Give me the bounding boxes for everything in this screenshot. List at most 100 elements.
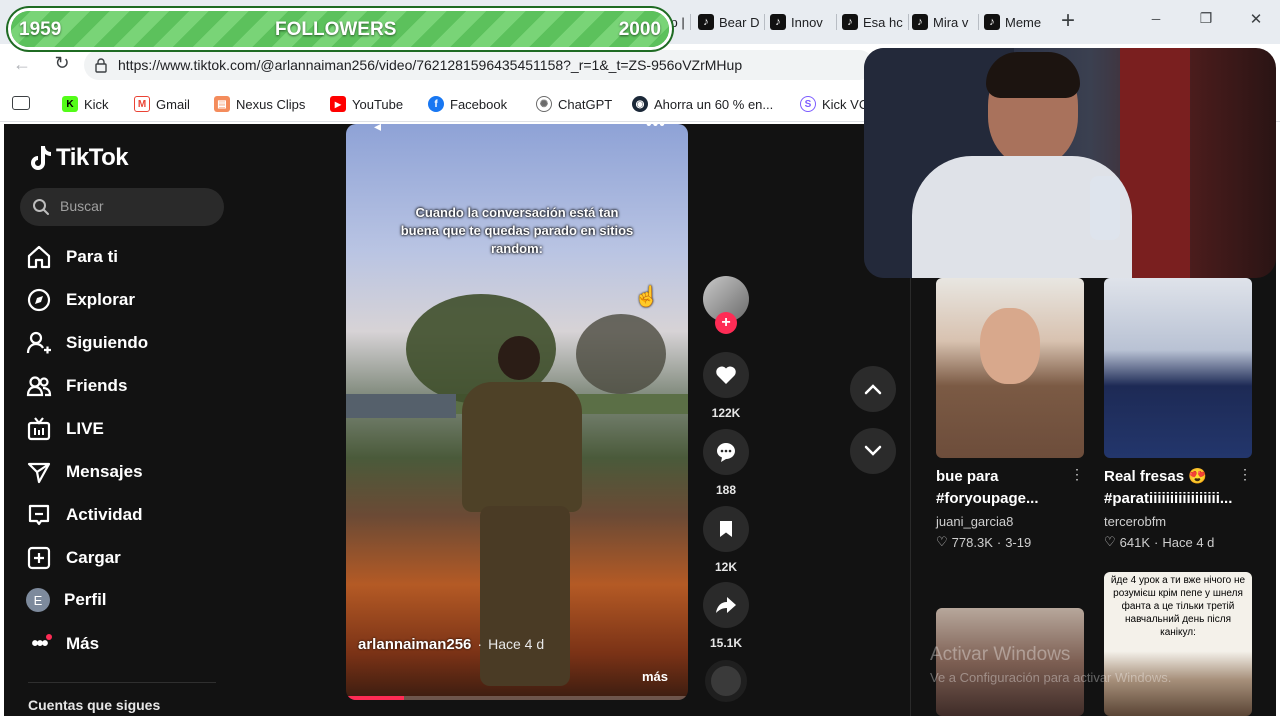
heart-outline-icon: ♡ [1104,534,1116,549]
windows-activation-subtitle: Ve a Configuración para activar Windows. [930,670,1172,685]
next-video-button[interactable] [850,428,896,474]
card-author[interactable]: juani_garcia8 [936,514,1013,529]
previous-video-button[interactable] [850,366,896,412]
following-heading: Cuentas que sigues [28,697,161,713]
reload-icon[interactable]: ↻ [50,53,74,77]
close-window-button[interactable]: ✕ [1246,10,1266,30]
comment-button[interactable] [703,429,749,475]
nav-item-actividad[interactable]: Actividad [26,502,143,528]
nexus-clips-icon: ▤ [214,96,230,112]
bookmark-nexus-clips[interactable]: ▤ Nexus Clips [214,95,305,113]
nav-item-cargar[interactable]: Cargar [26,545,121,571]
card-title[interactable]: bue para #foryoupage... [936,466,1084,510]
card-meta: ♡ 641K · Hace 4 d [1104,534,1214,550]
author-avatar-action[interactable]: + [702,276,750,334]
minimize-button[interactable]: ─ [1146,12,1166,32]
bookmark-kick[interactable]: K Kick [62,95,109,113]
card-more-icon[interactable]: ⋮ [1238,466,1252,483]
follow-plus-icon[interactable]: + [715,312,737,334]
bookmark-facebook[interactable]: f Facebook [428,95,507,113]
nav-item-mas[interactable]: ••• Más [26,631,99,657]
tab-divider [908,14,909,30]
comment-action[interactable]: 188 [702,429,750,497]
sound-disc-action[interactable] [702,660,750,702]
address-bar[interactable]: https://www.tiktok.com/@arlannaiman256/v… [84,50,874,80]
card-title[interactable]: Real fresas 😍 #paratiiiiiiiiiiiiiiiii... [1104,466,1252,510]
card-meta: ♡ 778.3K · 3-19 [936,534,1031,550]
friends-icon [26,376,52,397]
card-likes: 778.3K [951,534,993,550]
site-info-icon[interactable] [94,57,108,73]
bookmark-kick-vo[interactable]: S Kick VO [800,95,869,113]
more-options-icon[interactable]: ••• [646,124,666,134]
browser-tab[interactable]: ♪ Bear D [698,10,762,34]
bookmark-label: Gmail [156,96,190,112]
video-thumbnail[interactable] [936,278,1084,458]
card-date: Hace 4 d [1162,534,1215,550]
nav-item-friends[interactable]: Friends [26,373,127,399]
browser-tab[interactable]: ♪ Esa hc [842,10,906,34]
nav-item-siguiendo[interactable]: Siguiendo [26,330,148,356]
tab-search-icon[interactable] [12,96,30,110]
search-placeholder: Buscar [60,198,104,214]
nav-item-explorar[interactable]: Explorar [26,287,135,313]
kick-icon: K [62,96,78,112]
tiktok-favicon-icon: ♪ [770,14,786,30]
more-caption-link[interactable]: más [642,669,668,684]
heart-icon [716,366,736,384]
building [346,394,456,418]
card-more-icon[interactable]: ⋮ [1070,466,1084,483]
tiktok-logo[interactable]: TikTok [28,144,129,172]
card-date: 3-19 [1005,534,1032,550]
url-text[interactable]: https://www.tiktok.com/@arlannaiman256/v… [118,57,742,73]
browser-tab[interactable]: ♪ Innov [770,10,834,34]
tab-label: Meme [1005,14,1042,30]
person-head [498,336,540,380]
tab-divider [836,14,837,30]
send-icon [27,462,51,484]
video-thumbnail[interactable]: йде 4 урок а ти вже нічого не розумієш к… [1104,572,1252,716]
video-player[interactable]: Cuando la conversación está tan buena qu… [346,124,688,700]
nav-item-mensajes[interactable]: Mensajes [26,459,143,485]
like-action[interactable]: 122K [702,352,750,420]
home-icon [27,245,51,269]
bookmark-chatgpt[interactable]: ✺ ChatGPT [536,95,612,113]
restore-button[interactable]: ❐ [1196,10,1216,30]
save-button[interactable] [703,506,749,552]
webcam-overlay [864,48,1276,278]
heart-outline-icon: ♡ [936,534,948,549]
tiktok-sidebar: TikTok Buscar Para ti Explorar Siguiendo… [4,124,240,716]
search-box[interactable]: Buscar [20,188,224,226]
like-button[interactable] [703,352,749,398]
nav-item-para-ti[interactable]: Para ti [26,244,118,270]
upload-icon [27,546,51,570]
browser-tab[interactable]: ♪ Mira v [912,10,976,34]
tree-canopy [576,314,666,394]
thumbnail-face [980,308,1040,384]
thumbnail-overlay-text: йде 4 урок а ти вже нічого не розумієш к… [1110,575,1246,638]
video-author[interactable]: arlannaiman256 [358,636,471,653]
card-author[interactable]: tercerobfm [1104,514,1166,529]
sound-disc-icon[interactable] [705,660,747,702]
bookmark-gmail[interactable]: M Gmail [134,95,190,113]
browser-tab[interactable]: ♪ Meme [984,10,1046,34]
back-arrow-icon[interactable]: ← [10,54,34,76]
new-tab-button[interactable]: + [1056,8,1080,34]
tiktok-wordmark: TikTok [56,144,129,171]
bookmark-youtube[interactable]: ▶ YouTube [330,95,403,113]
bookmark-steam[interactable]: ◉ Ahorra un 60 % en... [632,95,773,113]
tiktok-favicon-icon: ♪ [912,14,928,30]
tab-label: Innov [791,14,823,30]
nav-item-perfil[interactable]: E Perfil [26,588,107,612]
activity-icon [28,504,50,526]
video-progress-track[interactable] [346,696,688,700]
bookmark-label: Facebook [450,96,508,112]
profile-avatar-icon: E [26,588,50,612]
share-action[interactable]: 15.1K [702,582,750,650]
nav-item-live[interactable]: LIVE [26,416,104,442]
volume-icon[interactable]: ◂ [374,124,381,135]
bookmark-label: ChatGPT [558,96,613,112]
save-action[interactable]: 12K [702,506,750,574]
share-button[interactable] [703,582,749,628]
video-thumbnail[interactable] [1104,278,1252,458]
